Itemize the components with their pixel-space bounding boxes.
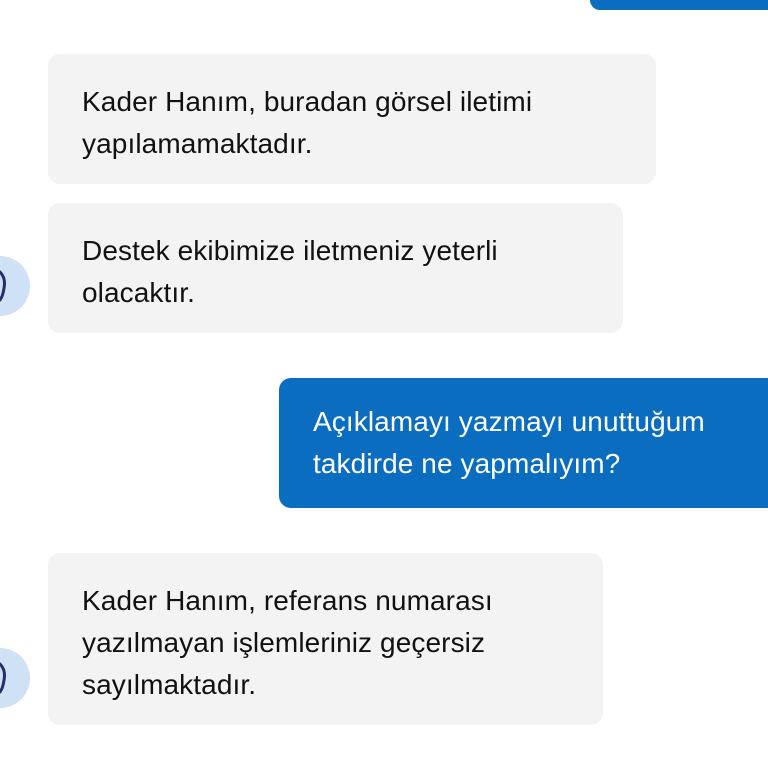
message-bubble-incoming: Kader Hanım, buradan görsel iletimi yapı… [48, 54, 656, 184]
agent-avatar-icon[interactable] [0, 256, 30, 316]
avatar-figure-icon [0, 662, 6, 694]
message-bubble-outgoing-previous [590, 0, 768, 10]
message-text-line: yazılmayan işlemleriniz geçersiz [82, 627, 486, 658]
agent-avatar-icon[interactable] [0, 648, 30, 708]
message-text-line: Açıklamayı yazmayı unuttuğum [313, 406, 705, 437]
message-text-line: Kader Hanım, buradan görsel iletimi [82, 86, 533, 117]
message-text-line: takdirde ne yapmalıyım? [313, 448, 621, 479]
message-bubble-outgoing: Açıklamayı yazmayı unuttuğum takdirde ne… [279, 378, 768, 508]
message-bubble-incoming: Kader Hanım, referans numarası yazılmaya… [48, 553, 603, 725]
avatar-figure-icon [0, 270, 6, 302]
message-text-line: Destek ekibimize iletmeniz yeterli [82, 235, 498, 266]
message-text-line: yapılamamaktadır. [82, 128, 313, 159]
message-text-line: sayılmaktadır. [82, 669, 257, 700]
message-text-line: Kader Hanım, referans numarası [82, 585, 493, 616]
message-bubble-incoming: Destek ekibimize iletmeniz yeterli olaca… [48, 203, 623, 333]
message-text-line: olacaktır. [82, 277, 196, 308]
